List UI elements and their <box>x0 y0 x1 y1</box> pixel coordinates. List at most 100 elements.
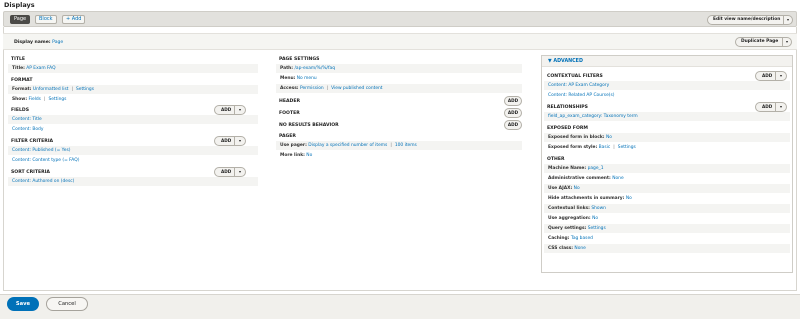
field-link[interactable]: Content: Title <box>12 117 42 122</box>
footer-add-button[interactable]: Add <box>504 108 522 118</box>
field-link[interactable]: Content: Body <box>12 127 43 132</box>
sort-link[interactable]: Content: Authored on (desc) <box>12 179 74 184</box>
exposed-style-row: Exposed form style: Basic | Settings <box>544 143 790 153</box>
display-tabs-bar: Page Block + Add Edit view name/descript… <box>3 11 797 27</box>
duplicate-page-button[interactable]: Duplicate Page ▾ <box>735 37 792 47</box>
chevron-down-icon[interactable]: ▾ <box>775 72 786 80</box>
path-link[interactable]: /ap-exam/%/%/faq <box>294 66 335 71</box>
footer-heading: FOOTER <box>279 111 300 116</box>
other-value-link[interactable]: No <box>592 216 598 221</box>
other-value-link[interactable]: Shown <box>591 206 606 211</box>
exposed-block-row: Exposed form in block: No <box>544 133 790 143</box>
use-pager-link[interactable]: Display a specified number of items <box>308 143 387 148</box>
cancel-button[interactable]: Cancel <box>46 297 88 311</box>
display-name-value[interactable]: Page <box>52 40 63 45</box>
more-link-value[interactable]: No <box>306 153 312 158</box>
other-label: Hide attachments in summary: <box>548 196 625 201</box>
other-label: Caching: <box>548 236 570 241</box>
chevron-down-icon[interactable]: ▾ <box>782 38 791 46</box>
fields-add-button[interactable]: Add ▾ <box>214 105 246 115</box>
sort-item[interactable]: Content: Authored on (desc) <box>8 177 258 187</box>
no-results-add-button[interactable]: Add <box>504 120 522 130</box>
contextual-item[interactable]: Content: Related AP Course(s) <box>544 91 790 101</box>
access-link[interactable]: Permission <box>300 86 324 91</box>
field-item[interactable]: Content: Title <box>8 115 258 125</box>
other-row: Administrative comment: None <box>544 174 790 184</box>
tab-page[interactable]: Page <box>10 15 31 24</box>
other-value-link[interactable]: None <box>574 246 585 251</box>
relationships-add-button[interactable]: Add ▾ <box>755 102 787 112</box>
display-name[interactable]: Display name: Page <box>14 40 63 45</box>
other-row: Machine Name: page_1 <box>544 164 790 174</box>
use-pager-label: Use pager: <box>280 143 307 148</box>
other-row: Caching: Tag based <box>544 234 790 244</box>
format-settings-link[interactable]: Settings <box>76 87 94 92</box>
other-value-link[interactable]: None <box>612 176 623 181</box>
filter-item[interactable]: Content: Content type (= FAQ) <box>8 156 258 166</box>
other-value-link[interactable]: page_1 <box>588 166 604 171</box>
other-label: CSS class: <box>548 246 574 251</box>
duplicate-page-label: Duplicate Page <box>741 39 779 44</box>
filter-link[interactable]: Content: Published (= Yes) <box>12 148 70 153</box>
page-title: Displays <box>4 1 35 9</box>
fields-section: FIELDS Add ▾ <box>8 105 258 115</box>
display-name-row: Display name: Page Duplicate Page ▾ <box>3 33 797 50</box>
items-per-page-link[interactable]: 100 items <box>395 143 417 148</box>
menu-link[interactable]: No menu <box>297 76 317 81</box>
access-extra-link[interactable]: View published content <box>331 86 382 91</box>
exposed-block-link[interactable]: No <box>606 135 612 140</box>
show-value-link[interactable]: Fields <box>29 97 41 102</box>
sort-add-button[interactable]: Add ▾ <box>214 167 246 177</box>
exposed-style-link[interactable]: Basic <box>599 145 611 150</box>
exposed-style-settings-link[interactable]: Settings <box>618 145 636 150</box>
edit-view-name-button[interactable]: Edit view name/description ▾ <box>707 15 793 25</box>
format-value-link[interactable]: Unformatted list <box>33 87 69 92</box>
chevron-down-icon[interactable]: ▾ <box>234 168 245 176</box>
format-heading: FORMAT <box>11 78 33 83</box>
filter-section: FILTER CRITERIA Add ▾ <box>8 136 258 146</box>
save-button[interactable]: Save <box>7 297 39 311</box>
contextual-heading: CONTEXTUAL FILTERS <box>547 74 603 79</box>
contextual-link[interactable]: Content: AP Exam Category <box>548 83 609 88</box>
show-settings-link[interactable]: Settings <box>48 97 66 102</box>
other-row: Query settings: Settings <box>544 224 790 234</box>
show-row: Show: Fields | Settings <box>8 95 258 105</box>
relationship-item[interactable]: field_ap_exam_category: Taxonomy term <box>544 112 790 122</box>
tab-block[interactable]: Block <box>35 15 57 24</box>
field-item[interactable]: Content: Body <box>8 125 258 135</box>
filter-link[interactable]: Content: Content type (= FAQ) <box>12 158 79 163</box>
add-display-button[interactable]: + Add <box>62 15 86 24</box>
relationship-link[interactable]: field_ap_exam_category: Taxonomy term <box>548 114 638 119</box>
other-value-link[interactable]: Settings <box>588 226 606 231</box>
other-label: Use aggregation: <box>548 216 591 221</box>
relationships-heading: RELATIONSHIPS <box>547 105 588 110</box>
filter-add-button[interactable]: Add ▾ <box>214 136 246 146</box>
advanced-toggle[interactable]: ▼ ADVANCED <box>542 56 792 67</box>
pager-heading: PAGER <box>279 134 296 139</box>
filter-item[interactable]: Content: Published (= Yes) <box>8 146 258 156</box>
chevron-down-icon[interactable]: ▾ <box>234 106 245 114</box>
add-label: Add <box>762 73 773 78</box>
other-value-link[interactable]: Tag based <box>571 236 593 241</box>
other-value-link[interactable]: No <box>574 186 580 191</box>
add-label: Add <box>762 104 773 109</box>
advanced-panel: ▼ ADVANCED CONTEXTUAL FILTERS Add ▾ Conte… <box>541 55 793 273</box>
header-add-button[interactable]: Add <box>504 96 522 106</box>
title-value-link[interactable]: AP Exam FAQ <box>26 66 55 71</box>
contextual-link[interactable]: Content: Related AP Course(s) <box>548 93 615 98</box>
contextual-add-button[interactable]: Add ▾ <box>755 71 787 81</box>
other-value-link[interactable]: No <box>626 196 632 201</box>
contextual-item[interactable]: Content: AP Exam Category <box>544 81 790 91</box>
other-row: Hide attachments in summary: No <box>544 194 790 204</box>
exposed-heading: EXPOSED FORM <box>547 126 588 131</box>
add-label: Add <box>221 138 232 143</box>
chevron-down-icon[interactable]: ▾ <box>783 16 792 24</box>
no-results-section: NO RESULTS BEHAVIOR Add <box>276 120 522 130</box>
chevron-down-icon[interactable]: ▾ <box>775 103 786 111</box>
menu-label: Menu: <box>280 76 296 81</box>
add-label: Add <box>221 107 232 112</box>
title-row[interactable]: Title: AP Exam FAQ <box>8 64 258 74</box>
path-label: Path: <box>280 66 294 71</box>
chevron-down-icon[interactable]: ▾ <box>234 137 245 145</box>
other-row: Use AJAX: No <box>544 184 790 194</box>
